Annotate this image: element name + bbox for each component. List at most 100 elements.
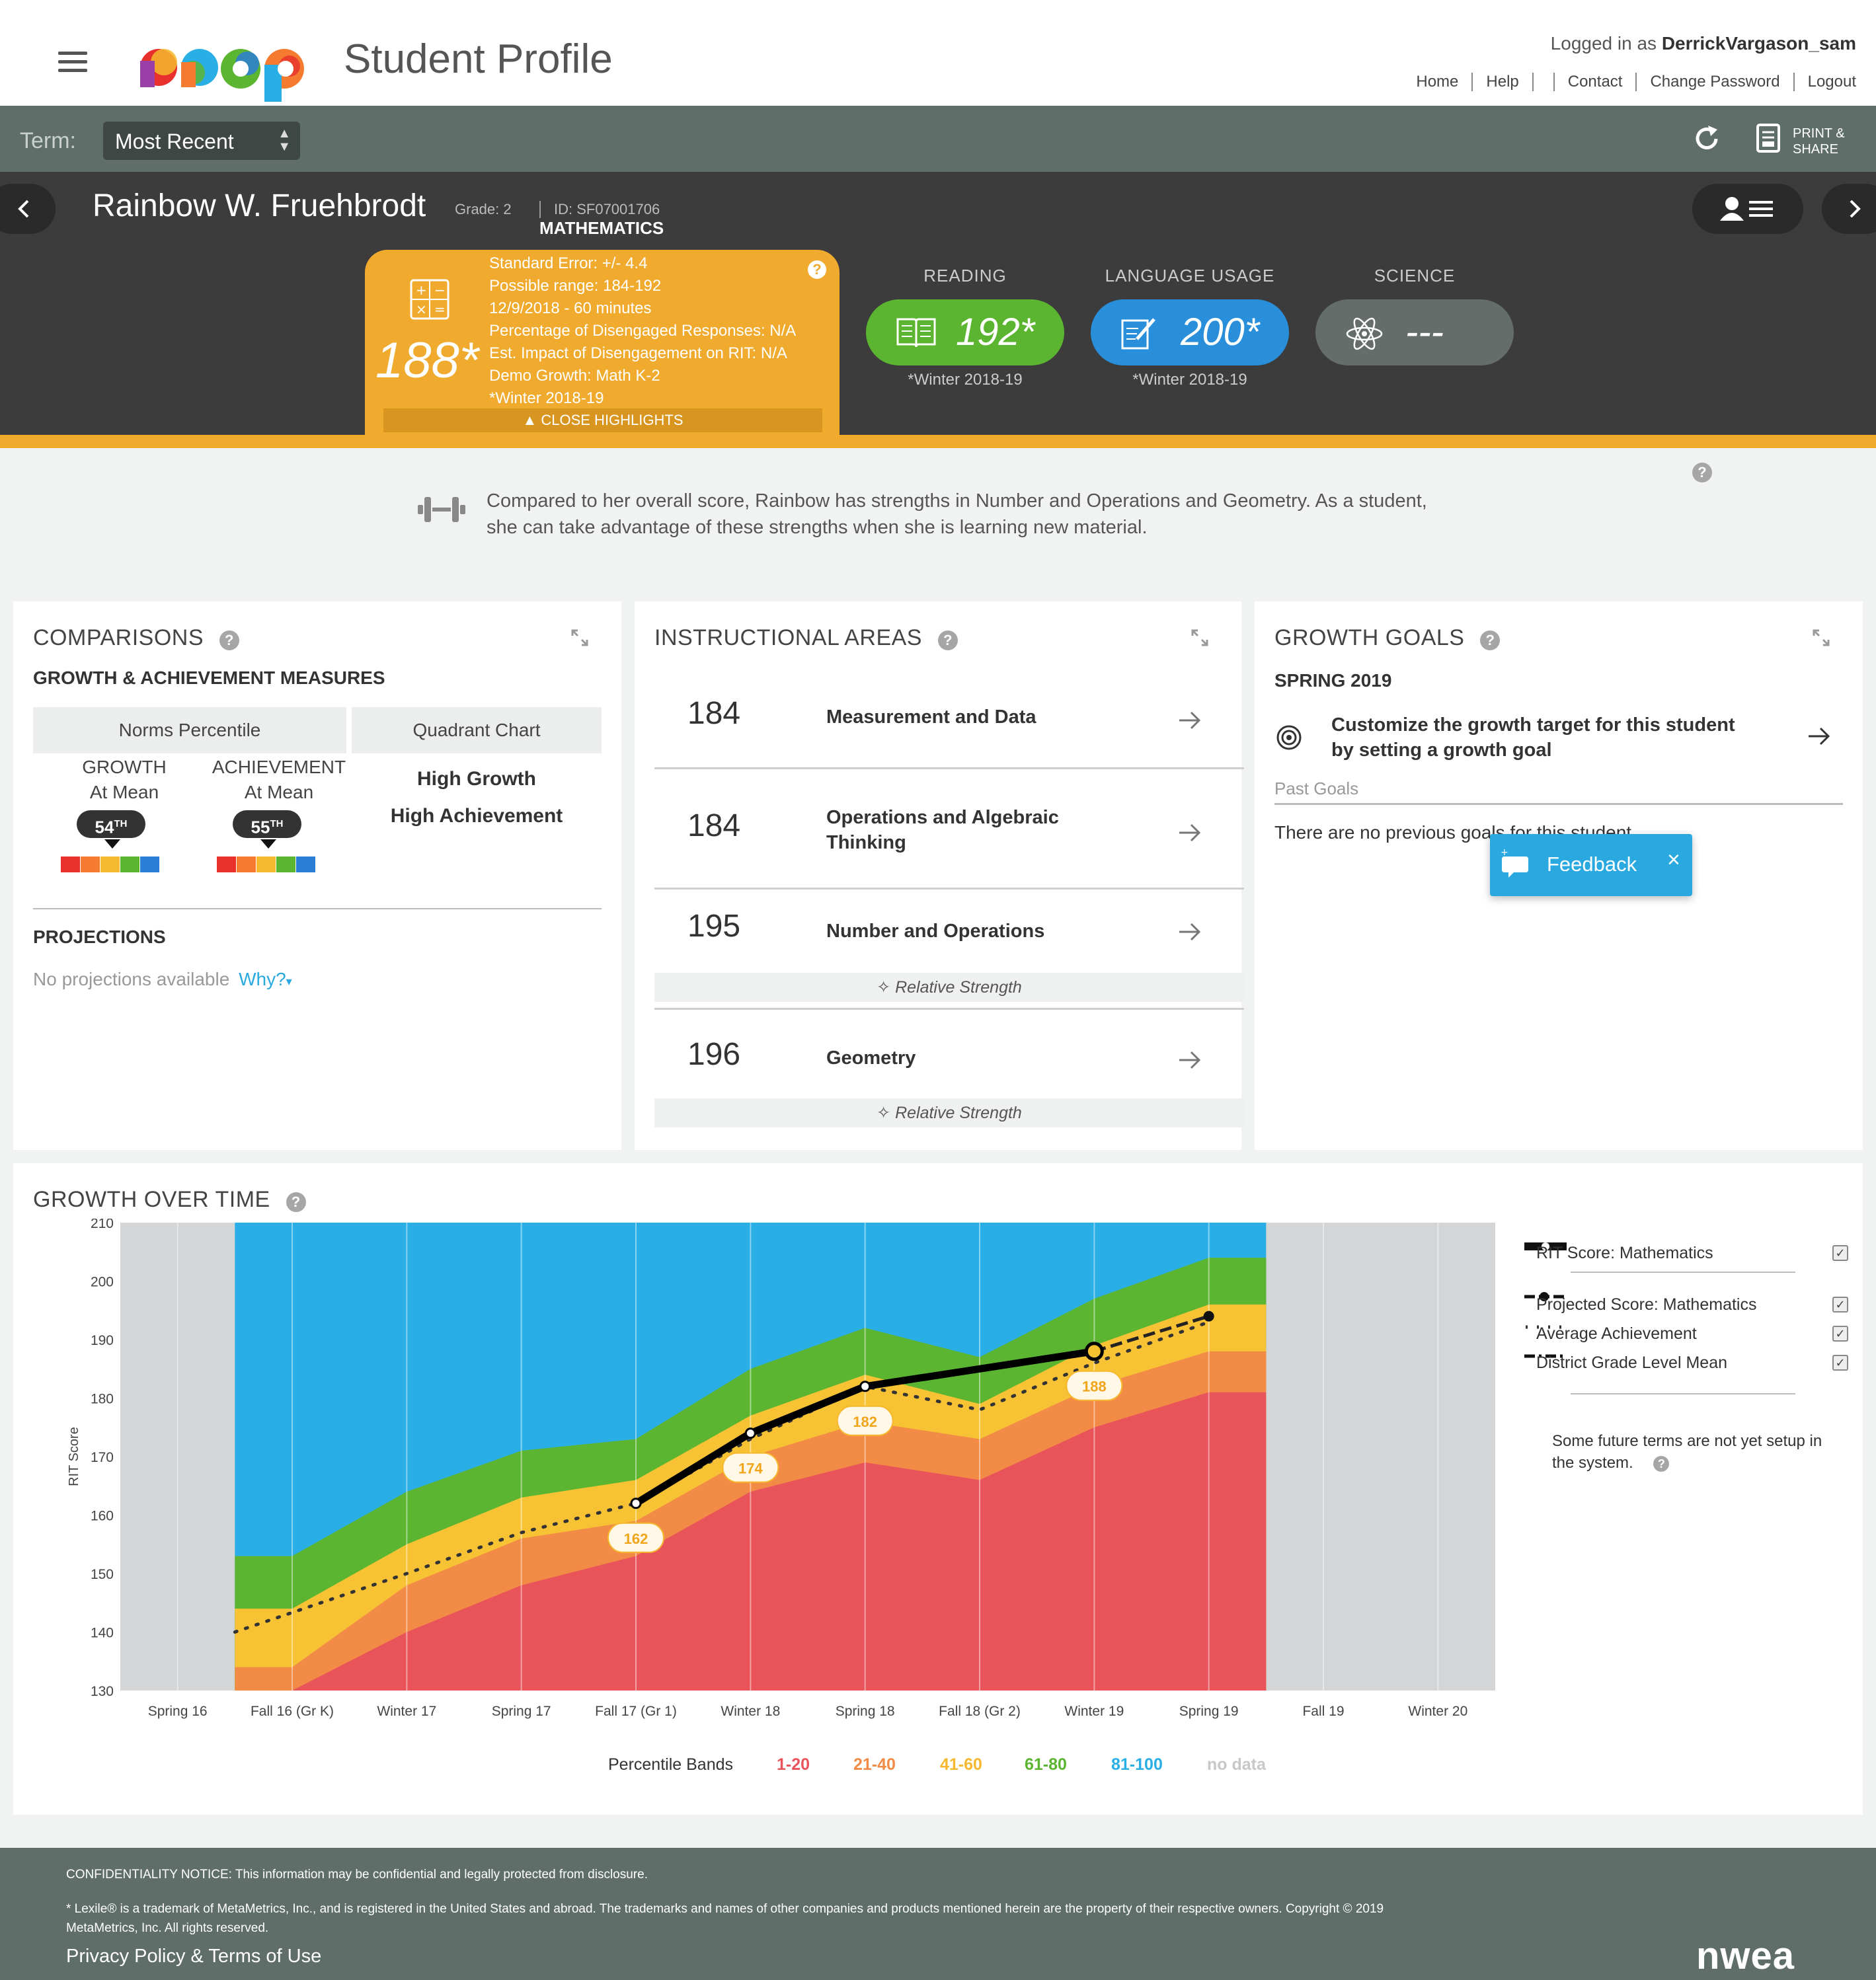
help-icon[interactable]: ?	[219, 630, 239, 650]
svg-text:−: −	[434, 282, 446, 298]
expand-icon[interactable]	[1811, 628, 1831, 648]
student-header: Rainbow W. Fruehbrodt Grade: 2 ID: SF070…	[0, 172, 1876, 436]
x-tick-label: Spring 18	[836, 1704, 895, 1719]
instructional-areas-card: INSTRUCTIONAL AREAS ? 184 Measurement an…	[635, 601, 1244, 1150]
student-grade: Grade: 2	[455, 201, 512, 217]
growth-goals-title: GROWTH GOALS ?	[1274, 625, 1501, 651]
close-highlights-button[interactable]: ▲ CLOSE HIGHLIGHTS	[383, 408, 822, 432]
current-subject: MATHEMATICS	[539, 218, 664, 238]
percentile-bands-label: Percentile Bands	[608, 1755, 734, 1774]
district-mean-checkbox[interactable]: ✓	[1832, 1355, 1848, 1371]
growth-chart: 130 140 150 160 170 180 190 200 210 RIT Score Spri…	[67, 1219, 1495, 1719]
help-icon[interactable]: ?	[286, 1192, 306, 1212]
change-password-link[interactable]: Change Password	[1637, 73, 1795, 91]
arrow-right-icon[interactable]	[1177, 1047, 1203, 1073]
y-tick-label: 160	[91, 1509, 114, 1524]
expand-icon[interactable]	[570, 628, 590, 648]
term-select[interactable]: Most Recent ▲ ▼	[103, 122, 300, 160]
calculator-icon: + − × =	[410, 279, 449, 320]
feedback-button[interactable]: + Feedback ×	[1490, 834, 1692, 896]
help-icon[interactable]: ?	[808, 260, 826, 279]
menu-icon[interactable]	[58, 52, 87, 73]
svg-text:+: +	[416, 282, 427, 298]
contact-link[interactable]: Contact	[1553, 73, 1637, 91]
help-icon[interactable]: ?	[937, 630, 958, 650]
home-link[interactable]: Home	[1403, 73, 1473, 91]
reading-subject[interactable]: READING 192* *Winter 2018-19	[866, 266, 1064, 389]
expand-icon[interactable]	[1190, 628, 1210, 648]
roster-button[interactable]	[1692, 184, 1803, 234]
band-61-80: 61-80	[1025, 1755, 1067, 1774]
print-share-button[interactable]: PRINT & SHARE	[1793, 126, 1845, 157]
term-label: Term:	[20, 128, 76, 153]
arrow-right-icon[interactable]	[1177, 819, 1203, 846]
why-link[interactable]: Why?▾	[239, 969, 292, 989]
page-title: Student Profile	[344, 36, 613, 82]
logout-link[interactable]: Logout	[1795, 73, 1856, 91]
legend-district-mean: District Grade Level Mean	[1536, 1353, 1728, 1372]
legal-notice: * Lexile® is a trademark of MetaMetrics,…	[66, 1902, 1384, 1935]
arrow-right-icon[interactable]	[1806, 723, 1832, 749]
instructional-area-row[interactable]: 196 Geometry ✧ Relative Strength	[654, 1010, 1244, 1134]
refresh-icon[interactable]	[1692, 123, 1721, 153]
tab-norms-percentile[interactable]: Norms Percentile	[33, 707, 346, 753]
x-tick-label: Fall 18 (Gr 2)	[939, 1704, 1021, 1719]
next-student-button[interactable]	[1822, 184, 1876, 234]
legend-average-achievement: Average Achievement	[1536, 1324, 1697, 1343]
map-logo[interactable]	[135, 36, 313, 103]
average-achievement-checkbox[interactable]: ✓	[1832, 1326, 1848, 1342]
sparkle-icon: ✧	[877, 978, 896, 997]
science-subject[interactable]: SCIENCE ---	[1315, 266, 1514, 371]
y-tick-label: 130	[91, 1684, 114, 1699]
science-score-pill[interactable]: ---	[1315, 299, 1514, 365]
language-usage-subject[interactable]: LANGUAGE USAGE 200* *Winter 2018-19	[1091, 266, 1289, 389]
instructional-area-row[interactable]: 184 Operations and Algebraic Thinking	[654, 769, 1244, 890]
divider	[33, 908, 602, 909]
help-link[interactable]: Help	[1473, 73, 1534, 91]
y-tick-label: 180	[91, 1392, 114, 1407]
previous-student-button[interactable]	[0, 184, 56, 234]
arrow-right-icon[interactable]	[1177, 707, 1203, 734]
nwea-logo: nwea	[1696, 1934, 1795, 1977]
y-tick-label: 140	[91, 1626, 114, 1641]
projected-score-checkbox[interactable]: ✓	[1832, 1297, 1848, 1313]
help-icon[interactable]: ?	[1480, 630, 1501, 650]
rit-score-point	[859, 1381, 871, 1392]
language-score-pill[interactable]: 200*	[1091, 299, 1289, 365]
feedback-chat-icon: +	[1501, 849, 1528, 878]
growth-percentile-badge: 54TH	[77, 810, 145, 838]
strength-message: Compared to her overall score, Rainbow h…	[487, 490, 1427, 538]
rit-score-label: 182	[853, 1414, 877, 1430]
achievement-percentile-badge: 55TH	[233, 810, 301, 838]
math-score: 188*	[375, 332, 479, 389]
achievement-marker-icon	[260, 839, 276, 849]
rit-score-point	[630, 1498, 642, 1509]
instructional-area-row[interactable]: 195 Number and Operations ✧ Relative Str…	[654, 890, 1244, 1010]
projections-title: PROJECTIONS	[33, 927, 166, 947]
close-icon[interactable]: ×	[1667, 847, 1680, 873]
arrow-right-icon[interactable]	[1177, 919, 1203, 945]
band-41-60: 41-60	[940, 1755, 982, 1774]
instructional-area-row[interactable]: 184 Measurement and Data	[654, 667, 1244, 769]
comparisons-title: COMPARISONS ?	[33, 625, 239, 651]
instructional-title: INSTRUCTIONAL AREAS ?	[654, 625, 958, 651]
help-icon[interactable]: ?	[1653, 1456, 1670, 1472]
x-tick-label: Spring 16	[148, 1704, 208, 1719]
term-bar: Term: Most Recent ▲ ▼ PRINT & SHARE	[0, 106, 1876, 172]
help-icon[interactable]: ?	[1692, 463, 1712, 482]
x-tick-label: Fall 16 (Gr K)	[251, 1704, 334, 1719]
future-terms-note: Some future terms are not yet setup in t…	[1552, 1432, 1822, 1472]
triangle-up-icon: ▲	[522, 412, 541, 428]
set-growth-goal-link[interactable]: Customize the growth target for this stu…	[1331, 712, 1735, 763]
band-no-data: no data	[1207, 1755, 1266, 1774]
math-score-card[interactable]: + − × = 188* Standard Error: +/- 4.4 Pos…	[365, 250, 840, 436]
growth-over-time-card: GROWTH OVER TIME ? 130 140 150 160 170 180 190…	[13, 1163, 1863, 1815]
print-share-icon[interactable]	[1756, 123, 1781, 153]
privacy-policy-link[interactable]: Privacy Policy & Terms of Use	[66, 1946, 321, 1967]
rit-score-checkbox[interactable]: ✓	[1832, 1245, 1848, 1261]
subject-accent-bar	[0, 435, 1876, 448]
top-header: Student Profile Logged in as DerrickVarg…	[0, 0, 1876, 106]
past-goals-label: Past Goals	[1274, 779, 1843, 805]
reading-score-pill[interactable]: 192*	[866, 299, 1064, 365]
tab-quadrant-chart[interactable]: Quadrant Chart	[352, 707, 602, 753]
